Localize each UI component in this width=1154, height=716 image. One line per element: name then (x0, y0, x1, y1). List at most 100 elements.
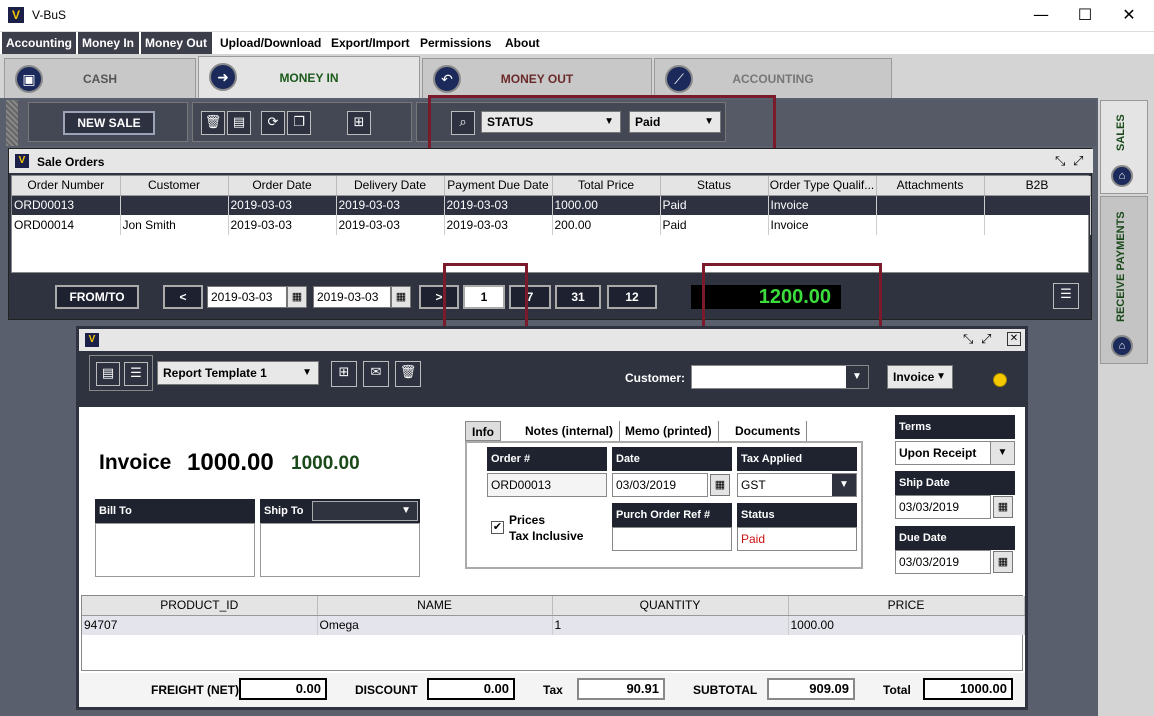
menu-upload-download[interactable]: Upload/Download (216, 32, 325, 54)
doc-type-value: Invoice (893, 370, 935, 384)
date-to-input[interactable]: 2019-03-03 (313, 286, 391, 308)
bill-to-field[interactable] (95, 523, 255, 577)
purchase-order-ref-field[interactable] (612, 527, 732, 551)
calendar-icon[interactable]: ▦ (287, 286, 307, 308)
menu-export-import[interactable]: Export/Import (327, 32, 414, 54)
table-row[interactable]: ORD00014 Jon Smith 2019-03-03 2019-03-03… (12, 215, 1091, 235)
tab-cash-label: CASH (82, 72, 117, 86)
tab-memo[interactable]: Memo (printed) (619, 421, 719, 441)
column-header[interactable]: Total Price (552, 176, 661, 196)
discount-field[interactable]: 0.00 (427, 678, 515, 700)
menu-money-out[interactable]: Money Out (141, 32, 212, 54)
table-cell (120, 195, 229, 215)
prices-tax-inclusive-checkbox[interactable]: ✔ (491, 521, 504, 534)
close-icon[interactable]: ✕ (1007, 332, 1021, 346)
info-tab-panel: Order # ORD00013 Date 03/03/2019 ▦ Tax A… (465, 441, 863, 569)
column-header[interactable]: Status (660, 176, 769, 196)
tab-notes[interactable]: Notes (internal) (519, 421, 621, 441)
column-header[interactable]: Order Type Qualif... (768, 176, 877, 196)
table-cell (876, 195, 985, 215)
collapse-icon[interactable]: ⤡ (963, 331, 973, 347)
calendar-icon[interactable]: ▦ (993, 496, 1013, 518)
chevron-down-icon: ▼ (401, 505, 411, 516)
column-header[interactable]: Order Number (12, 176, 121, 196)
column-header[interactable]: B2B (984, 176, 1091, 196)
table-cell: Invoice (768, 215, 877, 235)
customer-select[interactable]: ▼ (691, 365, 869, 389)
copy-icon[interactable]: ❐ (287, 111, 311, 135)
tab-money-in[interactable]: ➜ MONEY IN (198, 56, 420, 98)
clipboard-icon[interactable]: ▤ (227, 111, 251, 135)
trash-icon[interactable]: 🗑 (201, 111, 225, 135)
column-header[interactable]: PRICE (788, 596, 1025, 616)
menu-bar: Accounting Money In Money Out Upload/Dow… (0, 32, 1154, 54)
trash-icon[interactable]: 🗑 (395, 361, 421, 387)
column-header[interactable]: PRODUCT_ID (82, 596, 318, 616)
ship-to-label-text: Ship To (264, 505, 304, 517)
column-header[interactable]: Customer (120, 176, 229, 196)
ship-to-select[interactable]: ▼ (312, 501, 418, 521)
menu-about[interactable]: About (501, 32, 544, 54)
minimize-button[interactable]: — (1018, 0, 1064, 32)
table-cell: 2019-03-03 (336, 215, 445, 235)
clipboard-icon[interactable]: ▤ (96, 362, 120, 386)
add-window-icon[interactable]: ⊞ (331, 361, 357, 387)
terms-select[interactable]: Upon Receipt ▼ (895, 441, 1015, 465)
freight-field[interactable]: 0.00 (239, 678, 327, 700)
date-field[interactable]: 03/03/2019 (612, 473, 708, 497)
table-cell: 94707 (82, 615, 318, 635)
expand-icon[interactable]: ⤢ (981, 331, 991, 347)
table-cell: 1000.00 (552, 195, 661, 215)
side-tab-receive-payments[interactable]: RECEIVE PAYMENTS ⌂ (1100, 196, 1148, 364)
column-header[interactable]: Delivery Date (336, 176, 445, 196)
close-button[interactable]: ✕ (1106, 0, 1152, 32)
ship-date-field[interactable]: 03/03/2019 (895, 495, 991, 519)
column-header[interactable]: NAME (317, 596, 553, 616)
side-tab-sales[interactable]: SALES ⌂ (1100, 100, 1148, 194)
table-header-row: Order Number Customer Order Date Deliver… (12, 176, 1091, 196)
email-icon[interactable]: ✉ (363, 361, 389, 387)
column-header[interactable]: Order Date (228, 176, 337, 196)
order-number-field[interactable]: ORD00013 (487, 473, 607, 497)
period-31-button[interactable]: 31 (555, 285, 601, 309)
due-date-field[interactable]: 03/03/2019 (895, 550, 991, 574)
calendar-icon[interactable]: ▦ (391, 286, 411, 308)
menu-accounting[interactable]: Accounting (2, 32, 76, 54)
menu-money-in[interactable]: Money In (78, 32, 139, 54)
tax-applied-select[interactable]: GST ▼ (737, 473, 857, 497)
template-select[interactable]: Report Template 1 ▼ (157, 361, 319, 385)
table-row[interactable]: ORD00013 2019-03-03 2019-03-03 2019-03-0… (12, 195, 1091, 215)
refresh-icon[interactable]: ⟳ (261, 111, 285, 135)
table-row[interactable]: 94707 Omega 1 1000.00 (82, 615, 1025, 635)
ship-to-field[interactable] (260, 523, 420, 577)
house-icon: ⌂ (1111, 165, 1133, 187)
maximize-button[interactable]: ☐ (1062, 0, 1108, 32)
sale-orders-panel: V Sale Orders ⤡ ⤢ Order Number Customer … (8, 148, 1093, 320)
column-header[interactable]: QUANTITY (552, 596, 789, 616)
app-logo-icon: V (8, 7, 24, 23)
info-tabs: Info Notes (internal) Memo (printed) Doc… (465, 421, 845, 441)
title-bar: V V-BuS — ☐ ✕ (0, 0, 1154, 32)
new-sale-button[interactable]: NEW SALE (63, 111, 155, 135)
collapse-icon[interactable]: ⤡ (1055, 153, 1065, 169)
prev-period-button[interactable]: < (163, 285, 203, 309)
period-12-button[interactable]: 12 (607, 285, 657, 309)
add-window-icon[interactable]: ⊞ (347, 111, 371, 135)
tab-cash[interactable]: ▣ CASH (4, 58, 196, 98)
menu-permissions[interactable]: Permissions (416, 32, 495, 54)
doc-type-select[interactable]: Invoice ▼ (887, 365, 953, 389)
settings-sliders-icon[interactable]: ☰ (124, 362, 148, 386)
table-cell (984, 215, 1091, 235)
date-from-input[interactable]: 2019-03-03 (207, 286, 287, 308)
tab-documents[interactable]: Documents (729, 421, 808, 441)
calendar-icon[interactable]: ▦ (993, 551, 1013, 573)
calendar-icon[interactable]: ▦ (710, 474, 730, 496)
tab-money-out[interactable]: ↶ MONEY OUT (422, 58, 652, 98)
tab-info[interactable]: Info (465, 421, 501, 441)
from-to-button[interactable]: FROM/TO (55, 285, 139, 309)
column-header[interactable]: Payment Due Date (444, 176, 553, 196)
column-header[interactable]: Attachments (876, 176, 985, 196)
tab-accounting[interactable]: ⟋ ACCOUNTING (654, 58, 892, 98)
settings-sliders-icon[interactable]: ☰ (1053, 283, 1079, 309)
expand-icon[interactable]: ⤢ (1073, 153, 1083, 169)
